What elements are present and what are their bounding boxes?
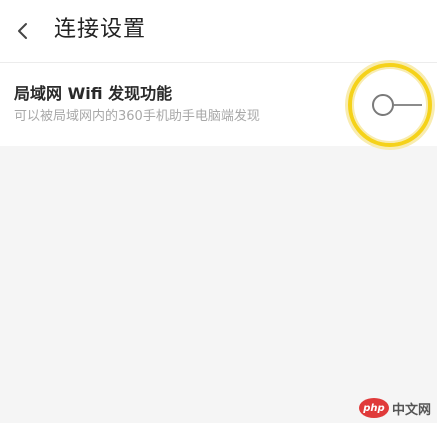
setting-title: 局域网 Wifi 发现功能 [14,84,173,103]
chevron-left-icon[interactable] [14,19,32,43]
lan-wifi-toggle[interactable] [370,92,424,118]
watermark-text: 中文网 [391,402,431,418]
page-title: 连接设置 [54,17,147,42]
app-header: 连接设置 [0,0,437,62]
watermark: php 中文网 [358,397,431,419]
setting-description: 可以被局域网内的360手机助手电脑端发现 [14,109,260,124]
php-logo: php [358,398,389,418]
